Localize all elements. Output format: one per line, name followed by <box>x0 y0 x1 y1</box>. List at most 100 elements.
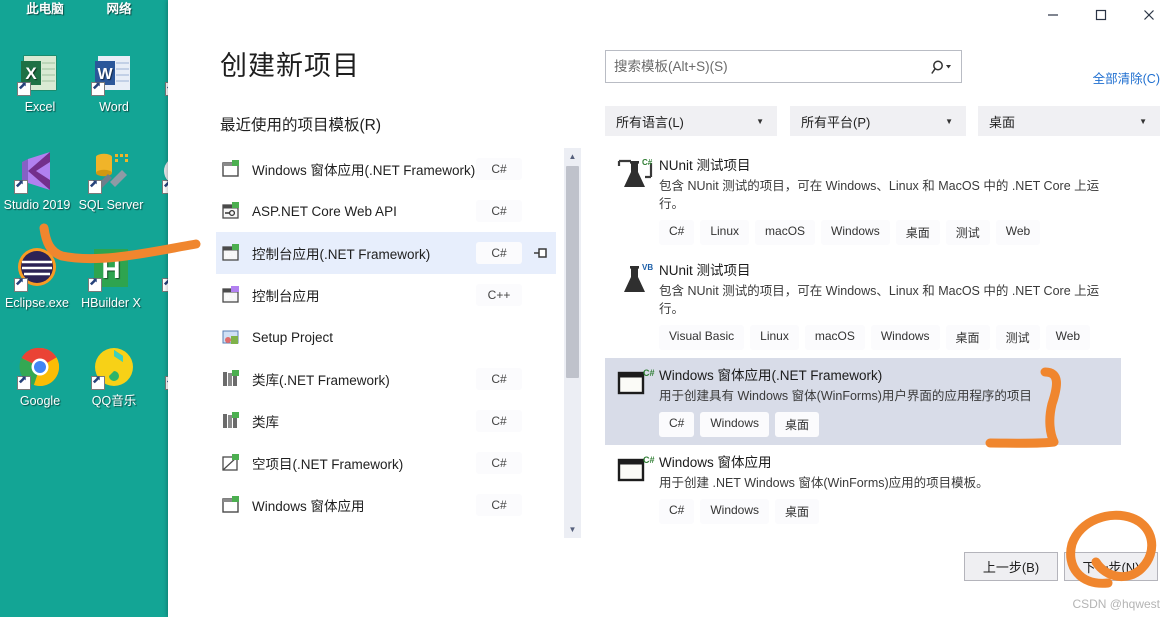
template-card[interactable]: C# Windows 窗体应用(.NET Framework) 用于创建具有 Win… <box>605 358 1121 445</box>
minimize-button[interactable] <box>1030 0 1076 30</box>
recent-template-row[interactable]: Setup Project <box>216 316 556 358</box>
desktop-icon-hbuilder-x[interactable]: H HBuilder X <box>74 246 148 310</box>
recent-template-row[interactable]: 空项目(.NET Framework) C# <box>216 442 556 484</box>
template-tag-list: C# Linux macOS Windows 桌面 测试 Web <box>659 220 1111 245</box>
template-title: NUnit 测试项目 <box>659 263 751 278</box>
recent-template-row[interactable]: Windows 窗体应用 C# <box>216 484 556 526</box>
recent-template-name: 类库 <box>252 415 279 430</box>
recent-template-row[interactable]: D:\ 控制台应用(.NET Framework) C# <box>216 232 556 274</box>
template-tag: 桌面 <box>775 499 820 524</box>
template-tag: Windows <box>700 499 770 524</box>
template-card[interactable]: VB NUnit 测试项目 包含 NUnit 测试的项目，可在 Windows、Li… <box>605 253 1121 358</box>
scrollbar-thumb[interactable] <box>566 166 579 378</box>
desktop-icon-this-pc[interactable]: 此电脑 <box>8 2 82 16</box>
desktop-icon-sql-server[interactable]: SQL Server <box>74 148 148 212</box>
template-tag: Windows <box>870 325 940 350</box>
template-title: Windows 窗体应用 <box>659 455 772 470</box>
console-icon: D:\ <box>222 244 240 262</box>
svg-text:D:\: D:\ <box>226 295 235 301</box>
clear-all-link[interactable]: 全部清除(C) <box>1093 68 1160 87</box>
scroll-down-arrow-icon[interactable]: ▼ <box>564 521 581 538</box>
template-tag: Web <box>1045 325 1091 350</box>
recent-templates-list[interactable]: Windows 窗体应用(.NET Framework) C# ASP.NET Co… <box>216 148 556 538</box>
pin-icon[interactable] <box>532 244 550 262</box>
svg-text:C#: C# <box>643 455 655 465</box>
project-type-filter-dropdown[interactable]: 桌面 ▼ <box>978 106 1160 136</box>
search-input[interactable] <box>606 51 931 82</box>
template-card[interactable]: C# Windows 窗体应用 用于创建 .NET Windows 窗体(WinFo… <box>605 445 1121 532</box>
winforms-icon <box>222 160 240 178</box>
maximize-button[interactable] <box>1078 0 1124 30</box>
pin-icon[interactable] <box>532 454 550 472</box>
desktop-icon-google-chrome[interactable]: Google <box>3 344 77 408</box>
word-icon: W <box>91 50 137 96</box>
pin-icon[interactable] <box>532 496 550 514</box>
recent-template-row[interactable]: Windows 窗体应用(.NET Framework) C# <box>216 148 556 190</box>
desktop-icon-excel[interactable]: X Excel <box>3 50 77 114</box>
template-tag: Linux <box>750 325 799 350</box>
scroll-up-arrow-icon[interactable]: ▲ <box>564 148 581 165</box>
pin-icon[interactable] <box>532 412 550 430</box>
excel-icon: X <box>17 50 63 96</box>
pin-icon[interactable] <box>532 370 550 388</box>
winforms-csharp-icon: C# <box>615 454 655 490</box>
pin-icon[interactable] <box>532 328 550 346</box>
chrome-icon <box>17 344 63 390</box>
recent-template-row[interactable]: 类库(.NET Framework) C# <box>216 358 556 400</box>
recent-template-name: Windows 窗体应用(.NET Framework) <box>252 163 476 178</box>
recent-template-language: C# <box>476 368 522 390</box>
desktop-icon-label: Studio 2019 <box>3 198 71 212</box>
desktop-icon-visual-studio-2019[interactable]: Studio 2019 <box>0 148 74 212</box>
template-description: 包含 NUnit 测试的项目，可在 Windows、Linux 和 MacOS … <box>659 284 1100 316</box>
recent-template-name: 控制台应用 <box>252 289 320 304</box>
search-icon[interactable] <box>931 59 961 75</box>
desktop-icon-network[interactable]: 网络 <box>82 2 156 16</box>
desktop-icon-label: SQL Server <box>78 198 144 212</box>
recent-list-scrollbar[interactable]: ▲ ▼ <box>564 148 581 538</box>
template-card[interactable]: C# NUnit 测试项目 包含 NUnit 测试的项目，可在 Windows、Li… <box>605 148 1121 253</box>
classlib-icon <box>222 370 240 388</box>
language-filter-dropdown[interactable]: 所有语言(L) ▼ <box>605 106 777 136</box>
template-tag: C# <box>659 220 695 245</box>
desktop-icon-word[interactable]: W Word <box>77 50 151 114</box>
template-card-body: Windows 窗体应用 用于创建 .NET Windows 窗体(WinForm… <box>659 454 1111 524</box>
eclipse-icon <box>14 246 60 292</box>
winforms-csharp-icon: C# <box>615 367 655 403</box>
svg-text:C#: C# <box>642 158 653 167</box>
next-button[interactable]: 下一步(N) <box>1064 552 1158 581</box>
recent-template-row[interactable]: ASP.NET Core Web API C# <box>216 190 556 232</box>
winforms-icon <box>222 496 240 514</box>
template-tag: C# <box>659 499 695 524</box>
recent-template-language: C# <box>476 200 522 222</box>
desktop-icon-qq-music[interactable]: QQ音乐 <box>77 344 151 408</box>
shortcut-overlay-icon <box>14 177 28 194</box>
template-results-list[interactable]: C# NUnit 测试项目 包含 NUnit 测试的项目，可在 Windows、Li… <box>605 148 1121 538</box>
shortcut-overlay-icon <box>14 275 28 292</box>
platform-filter-dropdown[interactable]: 所有平台(P) ▼ <box>790 106 966 136</box>
template-card-body: NUnit 测试项目 包含 NUnit 测试的项目，可在 Windows、Linu… <box>659 157 1111 245</box>
shortcut-overlay-icon <box>88 177 102 194</box>
pin-icon[interactable] <box>532 160 550 178</box>
template-title: NUnit 测试项目 <box>659 158 751 173</box>
hbuilder-icon: H <box>88 246 134 292</box>
window-titlebar <box>168 0 1174 30</box>
template-card-body: NUnit 测试项目包含 NUnit 测试的项目，可在 Windows、Linu… <box>659 262 1111 350</box>
pin-icon[interactable] <box>532 286 550 304</box>
recent-template-row[interactable]: 类库 C# <box>216 400 556 442</box>
recent-template-row[interactable]: D:\ 控制台应用 C++ <box>216 274 556 316</box>
shortcut-overlay-icon <box>17 79 31 96</box>
close-button[interactable] <box>1126 0 1172 30</box>
search-template-box[interactable] <box>605 50 962 83</box>
recent-template-language <box>476 333 522 341</box>
template-tag: Linux <box>700 220 750 245</box>
visual-studio-icon <box>14 148 60 194</box>
back-button[interactable]: 上一步(B) <box>964 552 1058 581</box>
pin-icon[interactable] <box>532 202 550 220</box>
recent-template-language: C# <box>476 410 522 432</box>
qq-music-icon <box>91 344 137 390</box>
template-tag-list: Visual Basic Linux macOS Windows 桌面 测试 Web <box>659 325 1111 350</box>
desktop-icon-eclipse[interactable]: Eclipse.exe <box>0 246 74 310</box>
page-title: 创建新项目 <box>220 51 360 81</box>
template-tag: Windows <box>700 412 770 437</box>
template-card-body: Windows 窗体应用(.NET Framework) 用于创建具有 Windo… <box>659 367 1111 437</box>
